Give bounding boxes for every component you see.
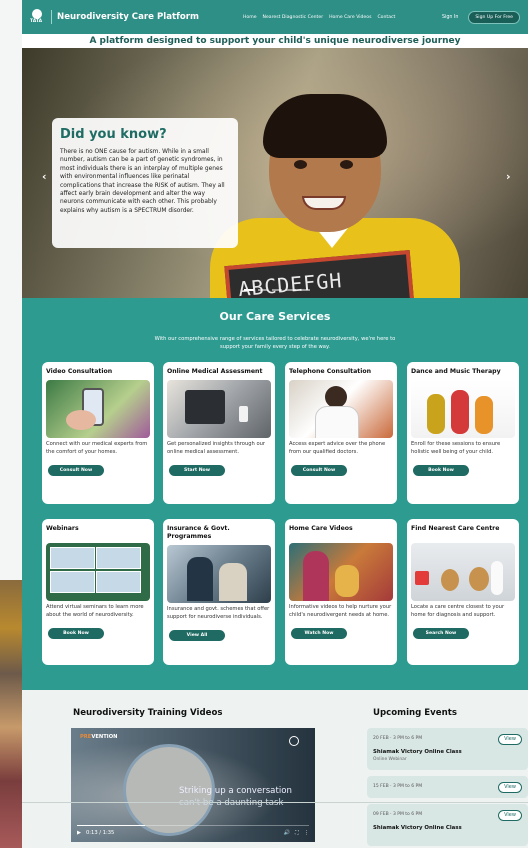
did-you-know-text: There is no ONE cause for autism. While … bbox=[60, 149, 225, 214]
left-margin bbox=[0, 0, 22, 580]
care-services-section: Our Care Services With our comprehensive… bbox=[22, 298, 528, 690]
service-card-telephone-consultation: Telephone Consultation Access expert adv… bbox=[285, 362, 397, 504]
services-title: Our Care Services bbox=[219, 310, 331, 323]
auth-links: Sign In Sign Up For Free bbox=[442, 10, 520, 24]
service-card-text: Insurance and govt. schemes that offer s… bbox=[167, 606, 270, 620]
webinars-image bbox=[46, 543, 150, 601]
carousel-dot[interactable] bbox=[272, 289, 282, 291]
service-card-title: Online Medical Assessment bbox=[167, 368, 263, 375]
event-item[interactable]: 09 FEB · 3 PM to 6 PM Shiamak Victory On… bbox=[367, 804, 528, 846]
nav-link-contact[interactable]: Contact bbox=[377, 15, 395, 20]
carousel-next-icon[interactable]: › bbox=[506, 170, 511, 183]
service-card-title: Telephone Consultation bbox=[289, 368, 372, 375]
search-now-button[interactable]: Search Now bbox=[413, 628, 469, 640]
event-view-button[interactable]: View bbox=[498, 734, 522, 745]
nav-link-home[interactable]: Home bbox=[243, 15, 257, 20]
view-all-button[interactable]: View All bbox=[169, 630, 225, 642]
sign-up-button[interactable]: Sign Up For Free bbox=[468, 10, 520, 24]
service-card-text: Attend virtual seminars to learn more ab… bbox=[46, 604, 144, 618]
volume-icon[interactable]: 🔊 bbox=[284, 830, 290, 836]
play-icon[interactable]: ▶ bbox=[77, 830, 81, 836]
service-card-online-assessment: Online Medical Assessment Get personaliz… bbox=[163, 362, 275, 504]
care-centre-image bbox=[411, 543, 515, 601]
service-card-title: Insurance & Govt. Programmes bbox=[167, 525, 230, 540]
consult-now-button[interactable]: Consult Now bbox=[48, 465, 104, 477]
service-card-title: Dance and Music Therapy bbox=[411, 368, 501, 375]
service-card-text: Access expert advice over the phone from… bbox=[289, 441, 386, 455]
video-time: 0:13 / 1:35 bbox=[86, 830, 115, 836]
platform-title: Neurodiversity Care Platform bbox=[57, 12, 199, 22]
nav-link-home-care-videos[interactable]: Home Care Videos bbox=[329, 15, 371, 20]
watch-now-button[interactable]: Watch Now bbox=[291, 628, 347, 640]
nav-links: Home Nearest Diagnostic Center Home Care… bbox=[243, 15, 395, 20]
service-card-text: Locate a care centre closest to your hom… bbox=[411, 604, 505, 618]
dance-therapy-image bbox=[411, 380, 515, 438]
online-assessment-image bbox=[167, 380, 271, 438]
event-item[interactable]: 15 FEB · 3 PM to 6 PM View bbox=[367, 776, 528, 798]
book-now-button[interactable]: Book Now bbox=[48, 628, 104, 640]
video-caption-line1: Striking up a conversation bbox=[179, 786, 292, 796]
service-card-title: Webinars bbox=[46, 525, 79, 532]
training-video-player[interactable]: PREVENTION Striking up a conversation ca… bbox=[71, 728, 315, 842]
service-card-text: Enroll for these sessions to ensure holi… bbox=[411, 441, 501, 455]
tata-logo-icon: TATA bbox=[30, 9, 46, 25]
sign-in-link[interactable]: Sign In bbox=[442, 15, 458, 20]
carousel-prev-icon[interactable]: ‹ bbox=[42, 170, 47, 183]
logo-divider bbox=[51, 10, 52, 24]
service-card-text: Connect with our medical experts from th… bbox=[46, 441, 148, 455]
service-card-home-care-videos: Home Care Videos Informative videos to h… bbox=[285, 519, 397, 665]
video-controls: ▶ 0:13 / 1:35 🔊 ⛶ ⋮ bbox=[71, 824, 315, 842]
start-now-button[interactable]: Start Now bbox=[169, 465, 225, 477]
event-item[interactable]: 20 FEB · 3 PM to 6 PM Shiamak Victory On… bbox=[367, 728, 528, 770]
service-card-text: Informative videos to help nurture your … bbox=[289, 604, 392, 618]
video-overlay-icon[interactable] bbox=[289, 736, 299, 746]
book-now-button[interactable]: Book Now bbox=[413, 465, 469, 477]
events-list: 20 FEB · 3 PM to 6 PM Shiamak Victory On… bbox=[367, 728, 528, 848]
insurance-image bbox=[167, 545, 271, 603]
video-brand-label: PREVENTION bbox=[80, 734, 118, 740]
video-caption-line2: can't be a daunting task bbox=[179, 798, 284, 808]
carousel-dot[interactable] bbox=[300, 289, 310, 291]
service-card-insurance-govt: Insurance & Govt. Programmes Insurance a… bbox=[163, 519, 275, 665]
event-type: Online Webinar bbox=[373, 757, 407, 762]
consult-now-button[interactable]: Consult Now bbox=[291, 465, 347, 477]
home-care-image bbox=[289, 543, 393, 601]
hero-carousel: ABCDEFGH Did you know? There is no ONE c… bbox=[22, 48, 528, 298]
fullscreen-icon[interactable]: ⛶ bbox=[295, 830, 299, 837]
service-card-title: Find Nearest Care Centre bbox=[411, 525, 500, 532]
did-you-know-card: Did you know? There is no ONE cause for … bbox=[52, 118, 238, 248]
event-view-button[interactable]: View bbox=[498, 810, 522, 821]
background-photo-strip bbox=[0, 580, 22, 848]
event-name: Shiamak Victory Online Class bbox=[373, 749, 462, 755]
top-navbar: TATA Neurodiversity Care Platform Home N… bbox=[22, 0, 528, 34]
service-card-webinars: Webinars Attend virtual seminars to lear… bbox=[42, 519, 154, 665]
services-intro: With our comprehensive range of services… bbox=[154, 336, 396, 350]
training-videos-title: Neurodiversity Training Videos bbox=[73, 708, 223, 718]
carousel-dot[interactable] bbox=[286, 289, 296, 291]
did-you-know-title: Did you know? bbox=[60, 127, 167, 142]
training-and-events-section: Neurodiversity Training Videos PREVENTIO… bbox=[22, 690, 528, 848]
event-name: Shiamak Victory Online Class bbox=[373, 825, 462, 831]
carousel-indicators bbox=[244, 289, 310, 291]
service-card-nearest-care-centre: Find Nearest Care Centre Locate a care c… bbox=[407, 519, 519, 665]
service-card-video-consultation: Video Consultation Connect with our medi… bbox=[42, 362, 154, 504]
event-view-button[interactable]: View bbox=[498, 782, 522, 793]
service-card-title: Home Care Videos bbox=[289, 525, 353, 532]
service-card-text: Get personalized insights through our on… bbox=[167, 441, 266, 455]
video-consultation-image bbox=[46, 380, 150, 438]
page: TATA Neurodiversity Care Platform Home N… bbox=[22, 0, 528, 848]
service-card-title: Video Consultation bbox=[46, 368, 113, 375]
service-card-dance-music-therapy: Dance and Music Therapy Enroll for these… bbox=[407, 362, 519, 504]
telephone-consultation-image bbox=[289, 380, 393, 438]
section-divider bbox=[22, 802, 528, 803]
brand-logo[interactable]: TATA Neurodiversity Care Platform bbox=[30, 9, 199, 25]
carousel-dot[interactable] bbox=[258, 289, 268, 291]
more-options-icon[interactable]: ⋮ bbox=[304, 830, 309, 836]
nav-link-diagnostic-center[interactable]: Nearest Diagnostic Center bbox=[263, 15, 324, 20]
carousel-dot[interactable] bbox=[244, 289, 254, 291]
upcoming-events-title: Upcoming Events bbox=[373, 708, 457, 718]
